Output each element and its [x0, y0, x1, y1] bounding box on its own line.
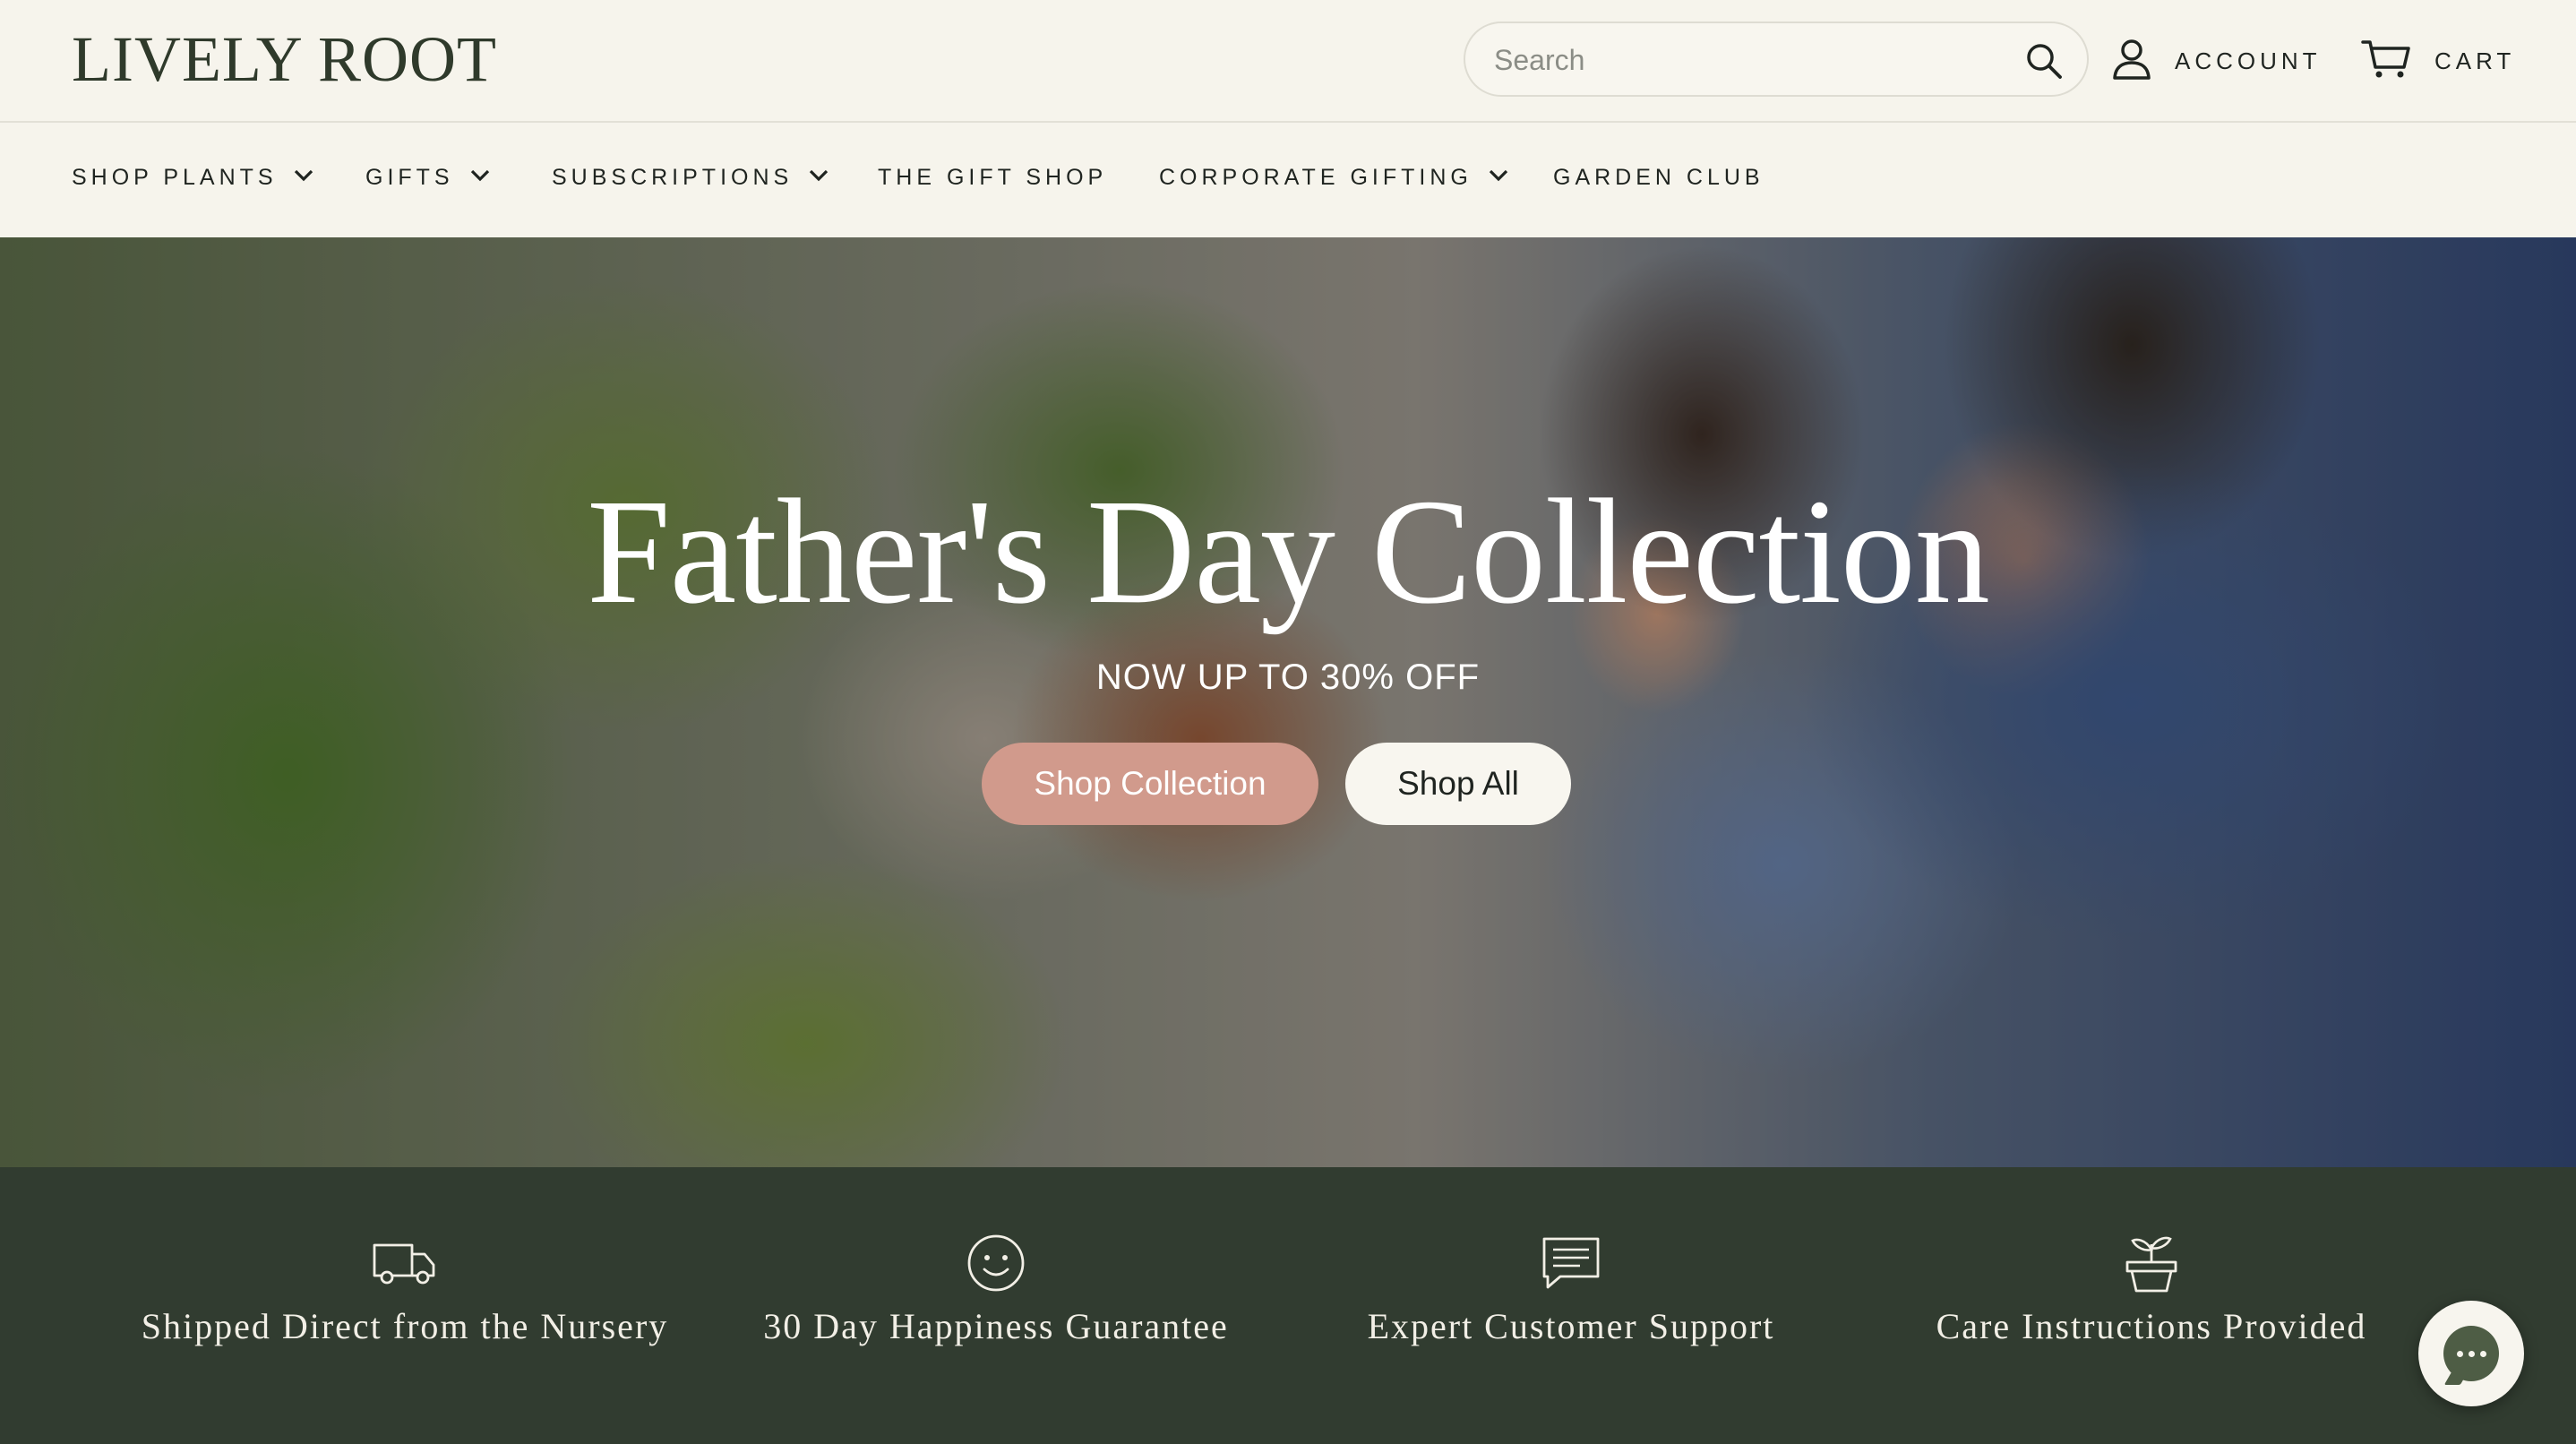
feature-support: Expert Customer Support [1302, 1232, 1840, 1346]
nav-item-corporate-gifting[interactable]: CORPORATE GIFTING [1159, 155, 1508, 200]
chevron-down-icon [470, 169, 490, 186]
nav-item-label: SUBSCRIPTIONS [552, 164, 794, 190]
feature-text: Expert Customer Support [1367, 1306, 1775, 1346]
smiley-icon [960, 1232, 1032, 1294]
hero-title: Father's Day Collection [587, 468, 1990, 635]
nav-item-subscriptions[interactable]: SUBSCRIPTIONS [552, 155, 829, 200]
nav-item-label: THE GIFT SHOP [878, 164, 1108, 190]
feature-guarantee: 30 Day Happiness Guarantee [727, 1232, 1265, 1346]
main-navigation: SHOP PLANTS GIFTS SUBSCRIPTIONS THE GIFT… [0, 123, 2576, 237]
feature-text: Shipped Direct from the Nursery [141, 1306, 669, 1346]
nav-item-garden-club[interactable]: GARDEN CLUB [1553, 155, 1765, 200]
cart-link[interactable]: CART [2361, 38, 2515, 84]
feature-shipping: Shipped Direct from the Nursery [136, 1232, 674, 1346]
shop-collection-button[interactable]: Shop Collection [982, 743, 1318, 825]
chevron-down-icon [1489, 169, 1508, 186]
search-input[interactable] [1494, 39, 1996, 81]
feature-text: Care Instructions Provided [1936, 1306, 2367, 1346]
cart-label: CART [2434, 47, 2516, 74]
feature-text: 30 Day Happiness Guarantee [763, 1306, 1229, 1346]
shop-all-button[interactable]: Shop All [1345, 743, 1571, 825]
nav-item-shop-plants[interactable]: SHOP PLANTS [72, 155, 313, 200]
features-strip: Shipped Direct from the Nursery 30 Day H… [0, 1167, 2576, 1444]
site-header: LIVELY ROOT ACCOUNT CART [0, 0, 2576, 123]
hero-subtitle: NOW UP TO 30% OFF [1095, 658, 1481, 697]
nav-item-the-gift-shop[interactable]: THE GIFT SHOP [878, 155, 1107, 200]
nav-item-label: GIFTS [365, 164, 454, 190]
nav-item-label: SHOP PLANTS [72, 164, 278, 190]
hero-banner [0, 237, 2576, 1167]
chevron-down-icon [294, 169, 313, 186]
chat-message-icon [1535, 1232, 1607, 1294]
chat-bubble-icon [2443, 1326, 2499, 1381]
feature-care: Care Instructions Provided [1883, 1232, 2420, 1346]
cart-icon [2361, 39, 2411, 84]
hero-image-overlay [0, 237, 2576, 1167]
account-link[interactable]: ACCOUNT [2112, 38, 2322, 84]
search-bar [1464, 21, 2089, 97]
nav-item-label: GARDEN CLUB [1553, 164, 1765, 190]
potted-sprout-icon [2116, 1232, 2187, 1294]
site-logo[interactable]: LIVELY ROOT [72, 27, 497, 91]
search-icon[interactable] [2022, 39, 2065, 82]
chevron-down-icon [809, 169, 829, 186]
user-icon [2112, 39, 2151, 84]
nav-item-gifts[interactable]: GIFTS [365, 155, 490, 200]
chat-widget-button[interactable] [2418, 1301, 2524, 1406]
truck-icon [369, 1232, 441, 1294]
nav-item-label: CORPORATE GIFTING [1159, 164, 1473, 190]
account-label: ACCOUNT [2175, 47, 2322, 74]
